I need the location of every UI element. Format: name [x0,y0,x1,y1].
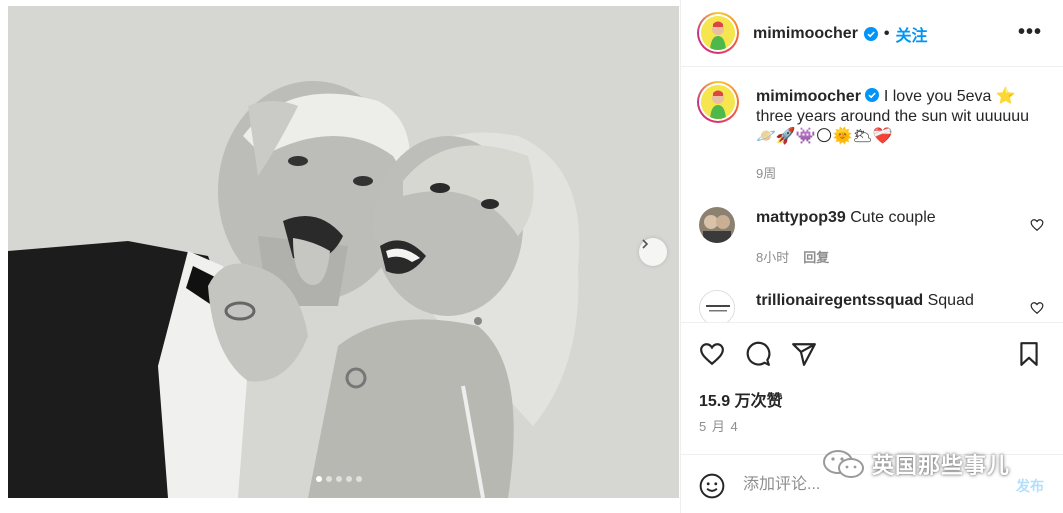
chevron-right-icon [642,239,649,249]
verified-badge-icon [863,27,878,41]
caption-avatar[interactable] [697,81,739,123]
comment-username[interactable]: mattypop39 [756,209,846,226]
caption-username[interactable]: mimimoocher [756,88,861,105]
commenter-avatar[interactable] [699,207,735,243]
carousel-dot [346,476,352,482]
username-link[interactable]: mimimoocher [753,25,858,43]
comment-item: trillionairegentssquad Squad [681,288,1063,322]
comment-time: 8小时 [756,250,790,265]
carousel-dot [356,476,362,482]
comment-text-block: mattypop39 Cute couple [756,209,936,227]
instagram-post-window: mimimoocher • 关注 ••• mimimoocher I love … [0,0,1063,513]
follow-button[interactable]: 关注 [896,22,928,46]
like-comment-heart-icon[interactable] [1030,301,1044,315]
header-separator: • [883,25,890,42]
carousel-dot [326,476,332,482]
comment-username[interactable]: trillionairegentssquad [756,292,923,309]
photo-illustration [8,6,679,498]
watermark-text: 英国那些事儿 [872,453,1011,478]
post-header: mimimoocher • 关注 ••• [681,0,1063,67]
avatar-image [701,16,735,50]
likes-count[interactable]: 15.9 万次赞 [699,387,783,411]
watermark: 英国那些事儿 [822,448,1010,480]
avatar[interactable] [697,12,739,54]
comment-text-block: trillionairegentssquad Squad [756,292,974,310]
comment-bubble-icon[interactable] [745,341,771,367]
post-comment-button[interactable]: 发布 [1016,476,1044,496]
post-photo[interactable] [8,6,679,498]
avatar-image [701,85,735,119]
avatar-image [699,207,735,243]
comment-body: Squad [927,292,974,309]
caption-timestamp: 9周 [756,166,777,181]
emoji-smiley-icon[interactable] [699,473,725,499]
comment-body: Cute couple [850,209,936,226]
carousel-dot [316,476,322,482]
post-side-panel: mimimoocher • 关注 ••• mimimoocher I love … [680,0,1063,513]
more-options-button[interactable]: ••• [1018,22,1042,42]
share-send-icon[interactable] [791,341,817,367]
save-bookmark-icon[interactable] [1016,341,1042,367]
brand-logo-icon [700,291,734,322]
like-comment-heart-icon[interactable] [1030,218,1044,232]
header-user: mimimoocher • 关注 [753,22,928,46]
carousel-dot [336,476,342,482]
action-icons [699,341,817,367]
wechat-logo-icon [823,450,864,478]
post-date: 5 月 4 [699,419,739,434]
reply-button[interactable]: 回复 [803,247,829,266]
carousel-dots [316,476,362,482]
like-heart-icon[interactable] [699,341,725,367]
caption-text-block: mimimoocher I love you 5eva ⭐ three year… [756,87,1046,147]
verified-badge-icon [865,88,880,102]
commenter-avatar[interactable] [699,290,735,322]
carousel-next-button[interactable] [639,238,667,266]
post-actions: 15.9 万次赞 5 月 4 发布 [681,322,1063,512]
comment-meta: 8小时 回复 [756,247,829,266]
